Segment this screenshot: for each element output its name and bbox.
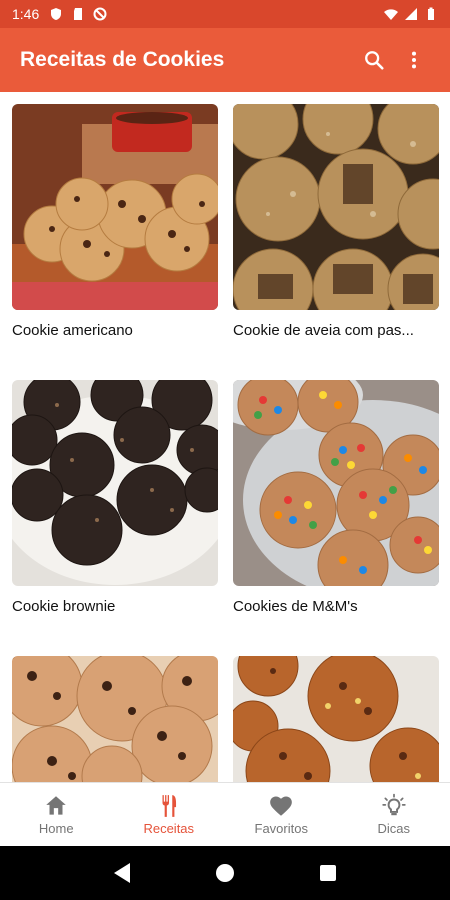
back-button[interactable]	[107, 858, 137, 888]
recipe-card[interactable]	[233, 656, 439, 782]
bottom-navigation: Home Receitas Favoritos Dicas	[0, 782, 450, 846]
signal-icon	[405, 8, 417, 20]
recipe-card[interactable]: Cookie americano	[12, 104, 218, 339]
more-vert-icon	[411, 51, 417, 69]
home-system-button[interactable]	[210, 858, 240, 888]
app-bar: Receitas de Cookies	[0, 28, 450, 92]
search-icon	[365, 51, 384, 70]
sd-card-icon	[74, 8, 83, 20]
home-icon	[46, 796, 66, 815]
recipe-title: Cookie americano	[12, 322, 133, 339]
recipe-title: Cookie de aveia com pas...	[233, 322, 414, 339]
circle-home-icon	[215, 864, 234, 882]
nav-home[interactable]: Home	[0, 783, 113, 846]
utensils-icon	[162, 795, 176, 817]
status-bar: 1:46	[0, 0, 450, 28]
recipe-card[interactable]	[12, 656, 218, 782]
wifi-icon	[384, 9, 398, 20]
blocked-icon	[93, 7, 107, 21]
recents-button[interactable]	[313, 858, 343, 888]
heart-icon	[270, 796, 293, 816]
page-title: Receitas de Cookies	[20, 48, 225, 71]
back-icon	[113, 863, 130, 883]
nav-receitas[interactable]: Receitas	[113, 783, 226, 846]
nav-favoritos[interactable]: Favoritos	[225, 783, 338, 846]
search-button[interactable]	[354, 40, 394, 80]
lightbulb-icon	[382, 793, 406, 816]
square-recents-icon	[320, 865, 337, 881]
recipe-image	[233, 380, 439, 586]
nav-label: Dicas	[377, 821, 410, 836]
battery-icon	[428, 7, 434, 20]
recipe-image	[233, 104, 439, 310]
recipe-image	[12, 656, 218, 782]
recipe-grid: Cookie americano Cookie de aveia com pas…	[0, 92, 450, 782]
recipe-title: Cookies de M&M's	[233, 598, 358, 615]
recipe-image	[233, 656, 439, 782]
nav-dicas[interactable]: Dicas	[338, 783, 450, 846]
recipe-card[interactable]: Cookie brownie	[12, 380, 218, 615]
system-navigation-bar	[0, 846, 450, 900]
shield-icon	[51, 8, 62, 20]
recipe-card[interactable]: Cookie de aveia com pas...	[233, 104, 439, 339]
recipe-title: Cookie brownie	[12, 598, 116, 615]
nav-label: Home	[38, 821, 74, 836]
recipe-image	[12, 104, 218, 310]
nav-label: Receitas	[143, 821, 195, 836]
recipe-card[interactable]: Cookies de M&M's	[233, 380, 439, 615]
nav-label: Favoritos	[254, 821, 308, 836]
status-time: 1:46	[12, 6, 40, 22]
overflow-menu-button[interactable]	[394, 40, 434, 80]
recipe-image	[12, 380, 218, 586]
